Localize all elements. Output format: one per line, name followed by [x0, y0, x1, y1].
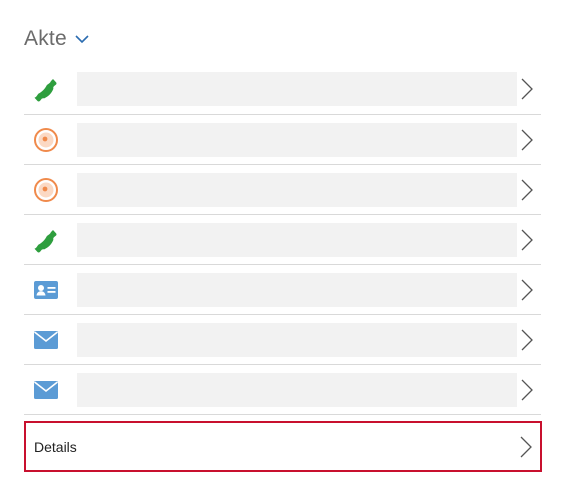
list-item-target[interactable]	[24, 165, 541, 215]
chevron-right-icon	[521, 179, 533, 201]
chevron-right-icon	[521, 129, 533, 151]
details-label: Details	[34, 438, 77, 455]
list-item-phone[interactable]	[24, 64, 541, 115]
details-row[interactable]: Details	[24, 421, 542, 472]
list-item-target[interactable]	[24, 115, 541, 165]
mail-icon	[32, 326, 60, 354]
page-title: Akte	[24, 27, 67, 50]
list-item-phone[interactable]	[24, 215, 541, 265]
item-content	[77, 72, 517, 106]
list-item-contact[interactable]	[24, 265, 541, 315]
akte-dropdown[interactable]: Akte	[24, 24, 89, 54]
target-icon	[32, 126, 60, 154]
item-content	[77, 272, 517, 307]
chevron-right-icon	[521, 279, 533, 301]
list-item-mail[interactable]	[24, 315, 541, 365]
item-content	[77, 172, 517, 207]
target-icon	[32, 176, 60, 204]
item-content	[77, 322, 517, 357]
chevron-down-icon	[75, 34, 89, 44]
item-content	[77, 222, 517, 257]
item-content	[77, 122, 517, 157]
chevron-right-icon	[521, 379, 533, 401]
phone-icon	[32, 226, 60, 254]
phone-icon	[32, 75, 60, 103]
list-item-mail[interactable]	[24, 365, 541, 415]
item-content	[77, 372, 517, 407]
chevron-right-icon	[520, 436, 532, 458]
contact-card-icon	[32, 276, 60, 304]
mail-icon	[32, 376, 60, 404]
chevron-right-icon	[521, 229, 533, 251]
chevron-right-icon	[521, 78, 533, 100]
chevron-right-icon	[521, 329, 533, 351]
record-list	[24, 64, 541, 415]
